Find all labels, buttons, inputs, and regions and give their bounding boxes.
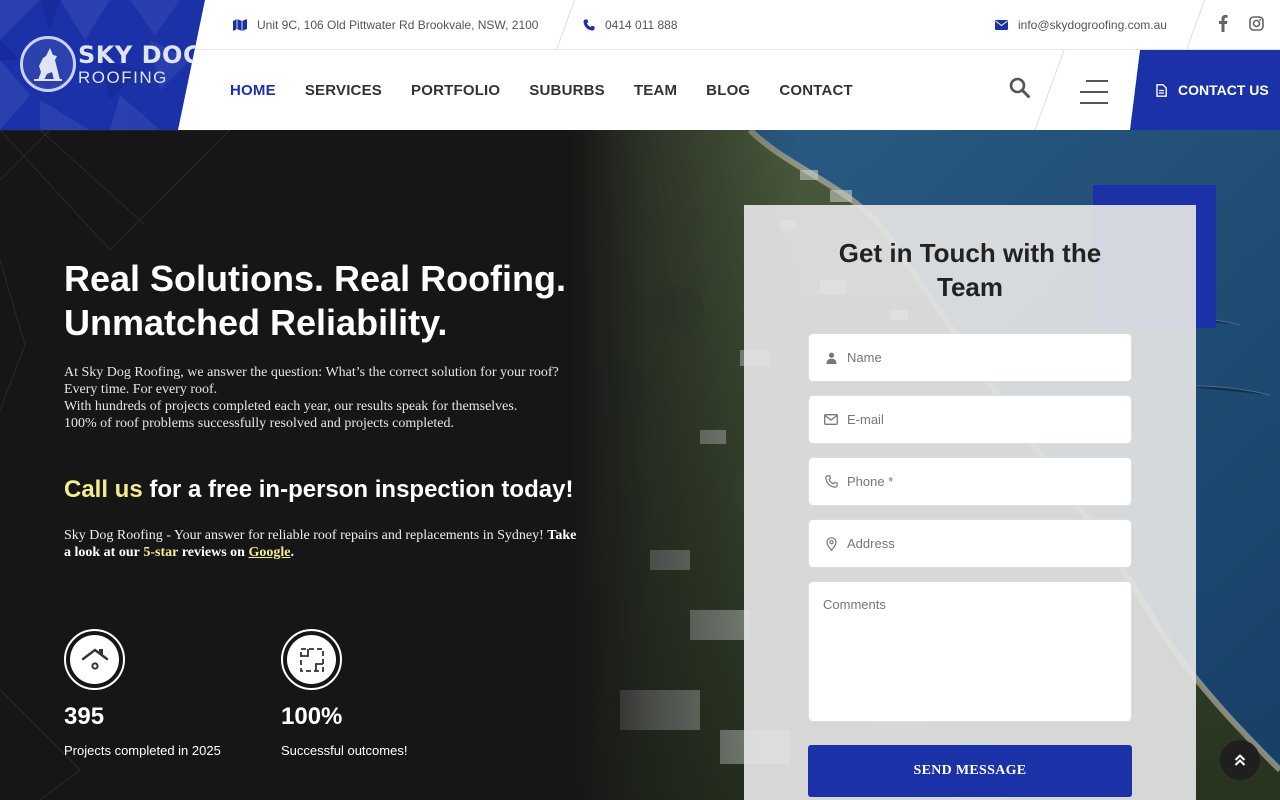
facebook-icon[interactable]: [1218, 14, 1228, 32]
main-navbar: HOME SERVICES PORTFOLIO SUBURBS TEAM BLO…: [178, 50, 1280, 130]
envelope-icon: [823, 414, 839, 425]
comments-textarea[interactable]: [823, 597, 1117, 706]
wolf-logo-icon: [20, 36, 76, 92]
note-end: .: [290, 545, 294, 560]
name-field[interactable]: [808, 333, 1132, 382]
search-icon[interactable]: [1009, 77, 1030, 103]
phone-info[interactable]: 0414 011 888: [583, 0, 678, 50]
document-icon: [1156, 83, 1167, 97]
email-text: info@skydogroofing.com.au: [1018, 18, 1167, 32]
nav-item-suburbs[interactable]: SUBURBS: [529, 82, 605, 99]
stat-projects: 395 Projects completed in 2025: [64, 629, 244, 758]
hero-desc-line: With hundreds of projects completed each…: [64, 399, 518, 414]
divider: [1034, 50, 1065, 130]
form-title: Get in Touch with the Team: [744, 236, 1196, 304]
stat-icon-ring: [281, 629, 342, 690]
house-icon: [70, 635, 119, 684]
address-input[interactable]: [847, 536, 1117, 551]
hero-description: At Sky Dog Roofing, we answer the questi…: [64, 364, 584, 432]
stat-value: 100%: [281, 703, 343, 730]
nav-item-portfolio[interactable]: PORTFOLIO: [411, 82, 500, 99]
phone-icon: [583, 19, 595, 31]
user-icon: [823, 352, 839, 364]
hero-call-to-action: Call us for a free in-person inspection …: [64, 476, 573, 504]
hero-title-line2: Unmatched Reliability.: [64, 302, 448, 343]
phone-icon: [823, 475, 839, 488]
note-bold: reviews on: [181, 545, 245, 560]
cta-text: for a free in-person inspection today!: [149, 476, 574, 503]
google-reviews-link[interactable]: Google: [248, 545, 290, 560]
stat-label: Successful outcomes!: [281, 743, 408, 758]
top-info-bar: Unit 9C, 106 Old Pittwater Rd Brookvale,…: [178, 0, 1280, 50]
note-text: Sky Dog Roofing - Your answer for reliab…: [64, 528, 544, 543]
contact-us-button[interactable]: CONTACT US: [1130, 50, 1280, 130]
contact-form: Get in Touch with the Team Name E-mail P…: [744, 205, 1196, 800]
hero-title: Real Solutions. Real Roofing. Unmatched …: [64, 257, 624, 345]
hero-title-line1: Real Solutions. Real Roofing.: [64, 258, 567, 299]
nav-item-team[interactable]: TEAM: [634, 82, 677, 99]
location-pin-icon: [823, 536, 839, 551]
form-title-line2: Team: [937, 272, 1003, 302]
hamburger-menu-icon[interactable]: [1080, 80, 1108, 113]
logo-block[interactable]: SKY DOG ROOFING: [0, 0, 205, 130]
logo-text-line1: SKY DOG: [78, 40, 204, 69]
divider: [1185, 0, 1206, 50]
double-chevron-up-icon: [1234, 753, 1246, 767]
address-info[interactable]: Unit 9C, 106 Old Pittwater Rd Brookvale,…: [233, 0, 538, 50]
stat-outcomes: 100% Successful outcomes!: [281, 629, 461, 758]
email-info[interactable]: info@skydogroofing.com.au: [995, 0, 1167, 50]
nav-item-services[interactable]: SERVICES: [305, 82, 382, 99]
five-star-text: 5-star: [143, 545, 179, 560]
hero-desc-line: 100% of roof problems successfully resol…: [64, 416, 454, 431]
scroll-to-top-button[interactable]: [1220, 740, 1260, 780]
email-input[interactable]: [847, 412, 1117, 427]
call-us-link[interactable]: Call us: [64, 476, 143, 503]
hero-note: Sky Dog Roofing - Your answer for reliab…: [64, 527, 584, 561]
logo-text-line2: ROOFING: [78, 67, 168, 87]
form-title-line1: Get in Touch with the: [838, 238, 1102, 268]
hero-desc-line: At Sky Dog Roofing, we answer the questi…: [64, 365, 559, 380]
instagram-icon[interactable]: [1249, 16, 1264, 31]
phone-text: 0414 011 888: [605, 18, 678, 32]
email-field[interactable]: [808, 395, 1132, 444]
divider: [555, 0, 576, 50]
name-input[interactable]: [847, 350, 1117, 365]
send-message-button[interactable]: SEND MESSAGE: [808, 745, 1132, 797]
blueprint-icon: [287, 635, 336, 684]
main-nav: HOME SERVICES PORTFOLIO SUBURBS TEAM BLO…: [230, 50, 882, 130]
hero-desc-line: Every time. For every roof.: [64, 382, 218, 397]
nav-item-home[interactable]: HOME: [230, 82, 276, 99]
envelope-icon: [995, 20, 1008, 30]
nav-item-blog[interactable]: BLOG: [706, 82, 750, 99]
nav-item-contact[interactable]: CONTACT: [779, 82, 853, 99]
phone-input[interactable]: [847, 474, 1117, 489]
address-text: Unit 9C, 106 Old Pittwater Rd Brookvale,…: [257, 18, 539, 32]
stat-value: 395: [64, 703, 105, 730]
address-field[interactable]: [808, 519, 1132, 568]
contact-us-label: CONTACT US: [1178, 82, 1269, 98]
stat-icon-ring: [64, 629, 125, 690]
hero-section: Real Solutions. Real Roofing. Unmatched …: [0, 130, 1280, 800]
comments-field[interactable]: [808, 581, 1132, 722]
phone-field[interactable]: [808, 457, 1132, 506]
map-icon: [233, 19, 247, 31]
logo: SKY DOG ROOFING: [20, 36, 203, 92]
stat-label: Projects completed in 2025: [64, 743, 221, 758]
